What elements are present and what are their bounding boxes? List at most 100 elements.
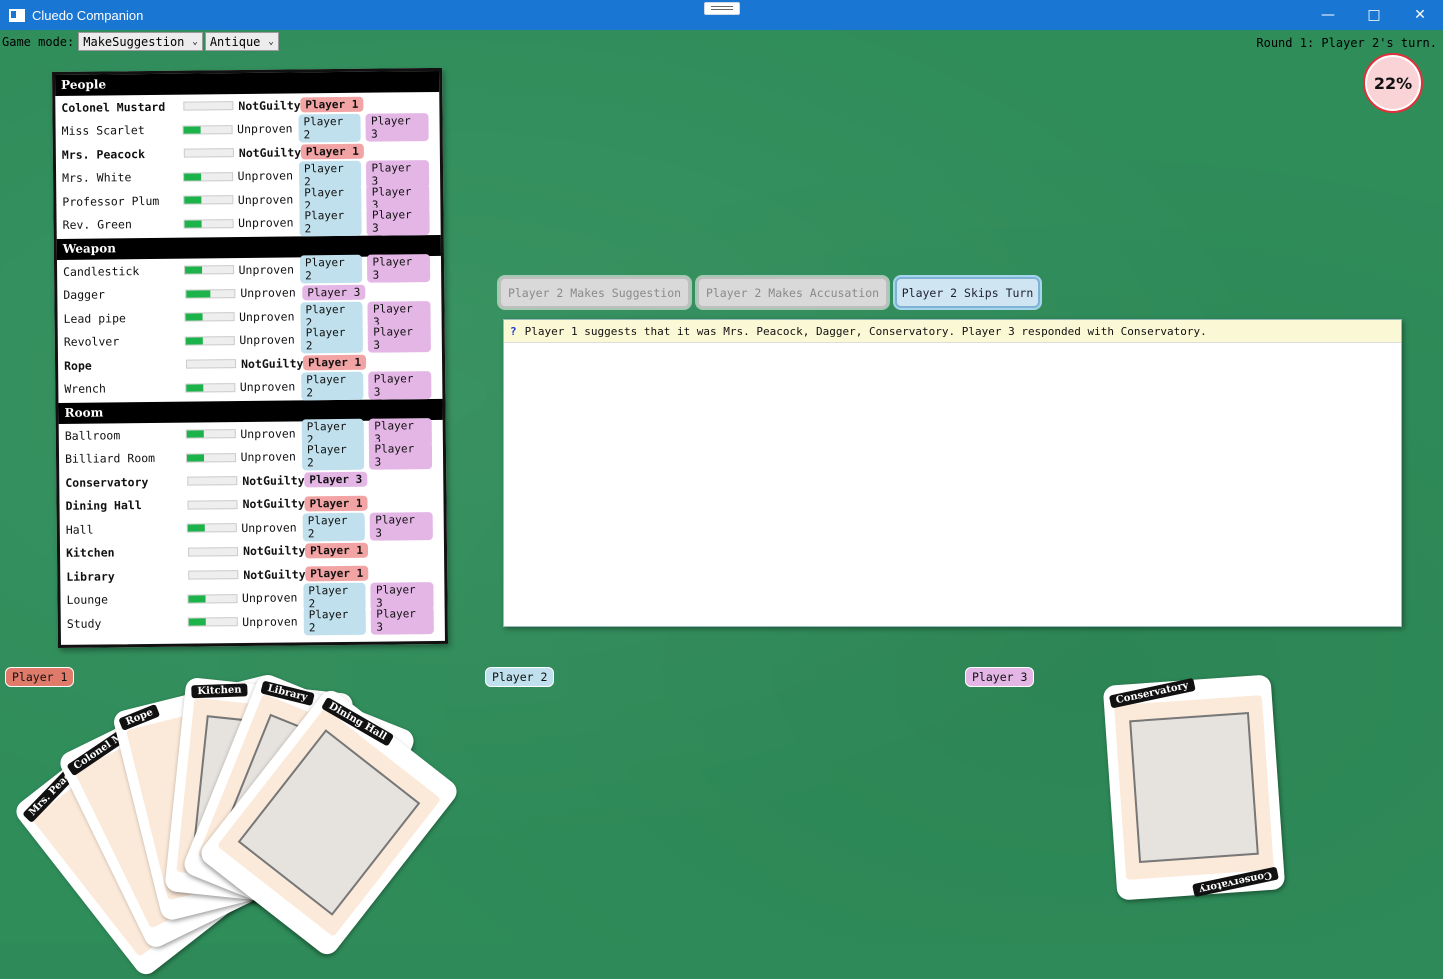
suspect-name: Dagger: [63, 287, 105, 303]
status-label: NotGuilty: [242, 473, 305, 488]
player-badge: Player 3: [367, 253, 431, 283]
suspect-name: Ballroom: [64, 428, 121, 443]
status-label: Unproven: [238, 262, 295, 277]
game-mode-value: MakeSuggestion: [83, 34, 185, 49]
suspect-name: Miss Scarlet: [61, 123, 145, 139]
suspect-name: Candlestick: [63, 263, 140, 279]
close-button[interactable]: ✕: [1397, 0, 1443, 30]
question-icon: ?: [510, 324, 517, 338]
probability-bar: [188, 570, 239, 580]
status-label: Unproven: [237, 192, 294, 207]
room-list: Ballroom Unproven Player 2 Player 3 Billiard…: [59, 417, 445, 636]
status-label: NotGuilty: [238, 98, 301, 113]
status-label: Unproven: [238, 215, 294, 231]
toolbar: Game mode: MakeSuggestion ⌄ Antique ⌄: [2, 32, 279, 51]
suspect-name: Billiard Room: [64, 451, 156, 467]
status-label: NotGuilty: [242, 496, 305, 512]
player-badge: Player 1: [300, 143, 364, 160]
probability-bar: [183, 265, 234, 275]
game-mode-label: Game mode:: [2, 34, 75, 49]
player-badge: Player 3: [365, 113, 429, 142]
event-log[interactable]: ? Player 1 suggests that it was Mrs. Pea…: [503, 319, 1402, 627]
theme-value: Antique: [209, 34, 261, 49]
progress-badge: 22%: [1363, 53, 1423, 113]
suspect-name: Library: [66, 569, 115, 584]
log-entry-text: Player 1 suggests that it was Mrs. Peaco…: [524, 324, 1207, 338]
player-badge: Player 1: [304, 542, 369, 559]
make-accusation-button[interactable]: Player 2 Makes Accusation: [697, 277, 888, 308]
player-badge: Player 3: [370, 511, 433, 541]
status-label: Unproven: [237, 168, 294, 184]
probability-bar: [184, 335, 235, 346]
weapon-list: Candlestick Unproven Player 2 Player 3 Dagge…: [57, 253, 442, 401]
player-badge: Player 3: [304, 471, 368, 488]
card-title: Kitchen: [191, 683, 248, 699]
checklist-row[interactable]: Miss Scarlet Unproven Player 2 Player 3: [55, 113, 439, 143]
checklist-row[interactable]: Hall Unproven Player 2 Player 3: [60, 511, 444, 542]
status-label: NotGuilty: [238, 145, 302, 160]
player-badge: Player 2: [301, 441, 365, 471]
status-label: Unproven: [242, 614, 298, 629]
suspect-name: Wrench: [64, 381, 106, 397]
suspect-name: Conservatory: [65, 474, 149, 490]
status-label: Unproven: [239, 309, 295, 324]
probability-bar: [183, 101, 234, 111]
chevron-down-icon: ⌄: [192, 36, 198, 47]
status-label: NotGuilty: [240, 356, 304, 371]
checklist-row[interactable]: Candlestick Unproven Player 2 Player 3: [57, 253, 441, 284]
player-badge: Player 1: [302, 354, 367, 371]
card-conservatory[interactable]: Conservatory Conservatory: [1102, 674, 1286, 901]
maximize-button[interactable]: □: [1351, 0, 1397, 30]
probability-bar: [187, 593, 238, 604]
app-icon: [9, 8, 25, 22]
suspect-name: Professor Plum: [62, 193, 160, 209]
player-2-label: Player 2: [485, 667, 555, 687]
probability-bar: [185, 429, 236, 439]
suspect-name: Revolver: [63, 334, 120, 350]
checklist-row[interactable]: Study Unproven Player 2 Player 3: [61, 605, 445, 636]
player-1-label: Player 1: [5, 667, 75, 687]
suspect-name: Hall: [65, 522, 94, 537]
status-label: Unproven: [241, 520, 297, 535]
probability-bar: [182, 171, 233, 182]
player-badge: Player 3: [368, 371, 432, 400]
player-badge: Player 3: [366, 207, 430, 236]
probability-bar: [184, 312, 235, 322]
player-badge: Player 2: [298, 114, 362, 143]
player-badge: Player 3: [302, 284, 366, 301]
suspect-name: Lounge: [66, 592, 109, 608]
player-badge: Player 2: [300, 325, 364, 354]
probability-bar: [187, 499, 238, 510]
minimize-button[interactable]: —: [1305, 0, 1351, 30]
suspect-name: Mrs. White: [62, 170, 132, 186]
suspect-name: Dining Hall: [65, 498, 142, 514]
suspect-name: Colonel Mustard: [61, 99, 166, 115]
drag-handle[interactable]: [704, 2, 740, 15]
suspect-name: Mrs. Peacock: [61, 146, 146, 162]
suspect-name: Kitchen: [65, 545, 115, 561]
player-badge: Player 2: [299, 254, 363, 284]
player-badge: Player 2: [302, 512, 366, 542]
skip-turn-button[interactable]: Player 2 Skips Turn: [895, 277, 1040, 308]
status-label: Unproven: [241, 590, 298, 606]
player-badge: Player 2: [303, 606, 367, 636]
title-bar: Cluedo Companion — □ ✕: [0, 0, 1443, 30]
probability-bar: [186, 359, 237, 369]
log-entry: ? Player 1 suggests that it was Mrs. Pea…: [504, 320, 1401, 343]
checklist-row[interactable]: Rev. Green Unproven Player 2 Player 3: [56, 207, 440, 237]
theme-select[interactable]: Antique ⌄: [204, 32, 279, 51]
suspect-name: Lead pipe: [63, 310, 126, 326]
card-art: [1114, 695, 1274, 880]
player-badge: Player 1: [305, 565, 369, 582]
make-suggestion-button[interactable]: Player 2 Makes Suggestion: [499, 277, 690, 308]
probability-bar: [187, 546, 239, 557]
probability-bar: [183, 195, 233, 205]
player-badge: Player 3: [369, 441, 433, 470]
checklist-row[interactable]: Billiard Room Unproven Player 2 Player 3: [59, 441, 443, 471]
status-label: Unproven: [239, 379, 296, 395]
checklist-row[interactable]: Wrench Unproven Player 2 Player 3: [58, 371, 442, 401]
checklist-row[interactable]: Revolver Unproven Player 2 Player 3: [58, 324, 442, 354]
game-mode-select[interactable]: MakeSuggestion ⌄: [78, 32, 203, 51]
status-label: NotGuilty: [243, 567, 306, 582]
probability-bar: [185, 288, 236, 299]
